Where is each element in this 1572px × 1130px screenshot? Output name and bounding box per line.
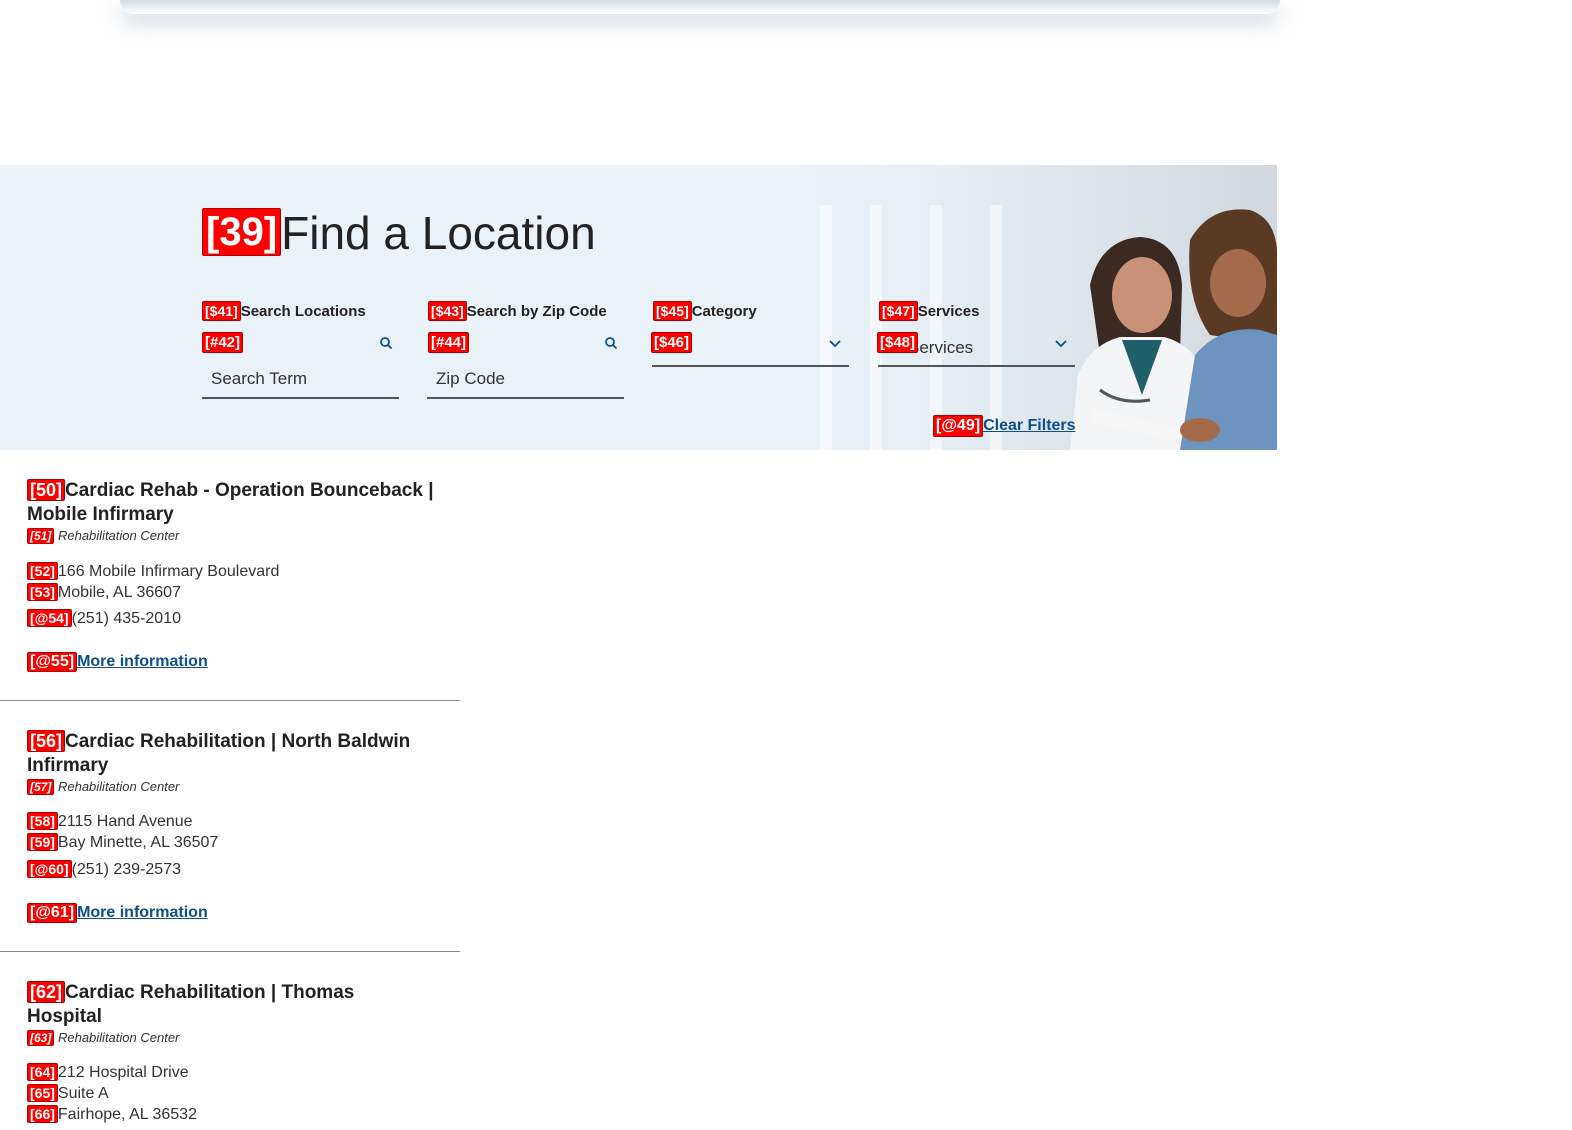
element-tag: [$45]	[653, 301, 692, 321]
location-title-text[interactable]: Cardiac Rehab - Operation Bounceback | M…	[27, 480, 434, 525]
location-category: [63] Rehabilitation Center	[27, 1030, 179, 1046]
services-select[interactable]: Services [$48]	[877, 332, 1075, 367]
element-tag: [66]	[27, 1105, 58, 1123]
address-line-text: Suite A	[57, 1085, 109, 1102]
element-tag: [@54]	[27, 609, 72, 627]
location-title-text[interactable]: Cardiac Rehabilitation | North Baldwin I…	[27, 731, 410, 776]
background-window	[990, 205, 1002, 450]
phone-number[interactable]: (251) 239-2573	[72, 861, 181, 878]
element-tag: [59]	[27, 833, 58, 851]
phone-link[interactable]: [@54] (251) 435-2010	[27, 609, 181, 628]
hero-section	[0, 165, 1277, 450]
address-line-text: 166 Mobile Infirmary Boulevard	[57, 563, 280, 580]
more-information-link[interactable]: [@55] More information	[27, 652, 208, 672]
zip-code-label-text: Search by Zip Code	[466, 303, 607, 320]
background-window	[930, 205, 942, 450]
element-tag: [$41]	[202, 301, 241, 321]
services-label: [$47] Services	[879, 301, 979, 321]
element-tag: [51]	[27, 528, 55, 544]
zip-code-field-tag: [#44]	[428, 332, 470, 353]
services-label-text: Services	[917, 303, 980, 320]
doctor-patient-image	[1070, 209, 1277, 450]
page-title: [39]Find a Location	[202, 207, 596, 259]
phone-number[interactable]: (251) 435-2010	[72, 610, 181, 627]
element-tag: [@55]	[27, 652, 78, 672]
element-tag: [#42]	[202, 332, 244, 353]
element-tag: [63]	[27, 1030, 55, 1046]
element-tag: [#44]	[428, 332, 470, 353]
location-category: [51] Rehabilitation Center	[27, 528, 179, 544]
chevron-down-icon	[1055, 340, 1067, 348]
location-category-text: Rehabilitation Center	[57, 779, 180, 794]
location-category-text: Rehabilitation Center	[57, 528, 180, 543]
address-line-text: Fairhope, AL 36532	[57, 1106, 197, 1123]
address-line: [59] Bay Minette, AL 36507	[27, 833, 218, 852]
zip-code-label: [$43] Search by Zip Code	[428, 301, 607, 321]
chevron-down-icon	[829, 340, 841, 348]
phone-link[interactable]: [@60] (251) 239-2573	[27, 860, 181, 879]
element-tag: [$43]	[428, 301, 467, 321]
page-title-text: Find a Location	[281, 207, 596, 259]
category-select[interactable]: [$46]	[651, 332, 849, 367]
search-icon[interactable]	[604, 336, 618, 350]
element-tag: [39]	[202, 208, 282, 256]
zip-code-input[interactable]	[427, 362, 616, 395]
location-title[interactable]: [56] Cardiac Rehabilitation | North Baldw…	[27, 730, 447, 778]
result-divider	[0, 951, 460, 952]
location-title[interactable]: [50] Cardiac Rehab - Operation Bounceback…	[27, 479, 447, 527]
element-tag: [50]	[27, 479, 66, 501]
element-tag: [65]	[27, 1084, 58, 1102]
category-label-text: Category	[691, 303, 757, 320]
category-label: [$45] Category	[653, 301, 757, 321]
address-line: [66] Fairhope, AL 36532	[27, 1105, 197, 1124]
address-line: [65] Suite A	[27, 1084, 109, 1103]
element-tag: [@49]	[933, 415, 984, 437]
element-tag: [@60]	[27, 860, 72, 878]
element-tag: [$48]	[877, 332, 919, 353]
element-tag: [57]	[27, 779, 55, 795]
location-category-text: Rehabilitation Center	[57, 1030, 180, 1045]
element-tag: [64]	[27, 1063, 58, 1081]
background-window	[820, 205, 832, 450]
address-line-text: Bay Minette, AL 36507	[57, 834, 219, 851]
search-locations-field-tag: [#42]	[202, 332, 244, 353]
location-title[interactable]: [62] Cardiac Rehabilitation | Thomas Hosp…	[27, 981, 387, 1029]
more-information-text[interactable]: More information	[77, 653, 208, 670]
clear-filters-text[interactable]: Clear Filters	[983, 417, 1075, 434]
search-term-field[interactable]	[202, 362, 399, 399]
result-divider	[0, 700, 460, 701]
element-tag: [$46]	[651, 332, 693, 353]
more-information-text[interactable]: More information	[77, 904, 208, 921]
location-title-text[interactable]: Cardiac Rehabilitation | Thomas Hospital	[27, 982, 354, 1027]
zip-code-field[interactable]	[427, 362, 624, 399]
search-term-input[interactable]	[202, 362, 391, 395]
background-window	[870, 205, 882, 450]
element-tag: [62]	[27, 981, 66, 1003]
element-tag: [$47]	[879, 301, 918, 321]
clear-filters-link[interactable]: [@49] Clear Filters	[933, 415, 1076, 437]
element-tag: [56]	[27, 730, 66, 752]
address-line: [52] 166 Mobile Infirmary Boulevard	[27, 562, 279, 581]
address-line-text: 2115 Hand Avenue	[57, 813, 193, 830]
element-tag: [53]	[27, 583, 58, 601]
address-line: [58] 2115 Hand Avenue	[27, 812, 193, 831]
more-information-link[interactable]: [@61] More information	[27, 903, 208, 923]
search-locations-label-text: Search Locations	[240, 303, 366, 320]
location-category: [57] Rehabilitation Center	[27, 779, 179, 795]
element-tag: [58]	[27, 812, 58, 830]
top-banner-shadow	[120, 0, 1280, 14]
address-line-text: Mobile, AL 36607	[57, 584, 181, 601]
address-line-text: 212 Hospital Drive	[57, 1064, 189, 1081]
search-locations-label: [$41] Search Locations	[202, 301, 366, 321]
address-line: [64] 212 Hospital Drive	[27, 1063, 189, 1082]
search-icon[interactable]	[379, 336, 393, 350]
element-tag: [52]	[27, 562, 58, 580]
address-line: [53] Mobile, AL 36607	[27, 583, 181, 602]
element-tag: [@61]	[27, 903, 78, 923]
